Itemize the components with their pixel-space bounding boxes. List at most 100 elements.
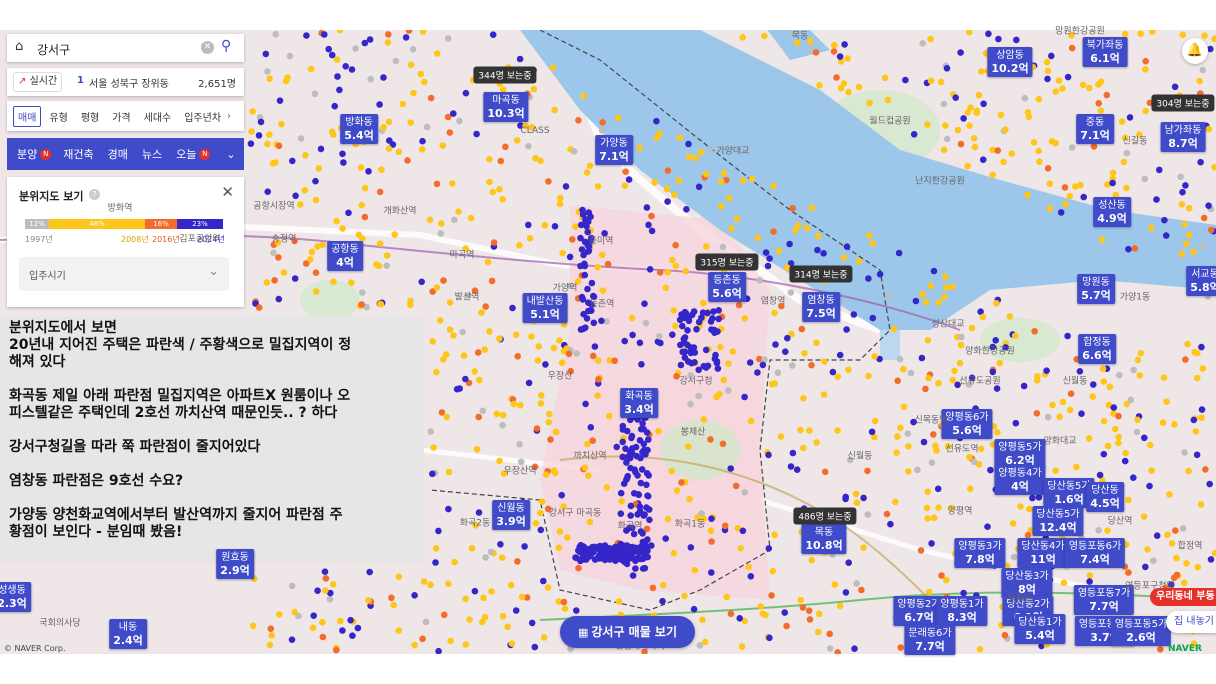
tab-households[interactable]: 세대수 [144, 109, 172, 124]
house-dot [1127, 396, 1135, 404]
search-bar[interactable]: ⌂ 강서구 ✕ ⚲ [7, 34, 244, 62]
price-badge[interactable]: 영등포동5가 2.6억 [1110, 616, 1172, 646]
house-dot [376, 240, 384, 247]
notification-bell-icon[interactable]: 🔔 [1182, 38, 1208, 64]
price-badge[interactable]: 방화동 5.4억 [340, 114, 378, 144]
search-input[interactable]: 강서구 [37, 41, 70, 58]
house-dot [405, 30, 413, 34]
house-dot [1086, 578, 1093, 585]
price-badge[interactable]: 중동 7.1억 [1076, 114, 1114, 144]
house-dot [693, 326, 700, 333]
price-badge[interactable]: 가양동 7.1억 [595, 135, 633, 165]
price-badge[interactable]: 등촌동 5.6억 [708, 272, 746, 302]
move-in-dropdown[interactable]: 입주시기 ⌄ [19, 257, 229, 291]
house-dot [994, 147, 1002, 154]
badge-dong-name: 당산동4가 [1021, 541, 1065, 552]
tab-type[interactable]: 유형 [49, 109, 67, 124]
realtime-place[interactable]: 서울 성북구 장위동 [89, 75, 169, 90]
chevron-down-icon[interactable]: ⌄ [226, 148, 235, 161]
price-badge[interactable]: 내동 2.4억 [109, 619, 147, 649]
close-icon[interactable]: ✕ [221, 183, 234, 201]
price-badge[interactable]: 당산동4가 11억 [1017, 538, 1069, 568]
house-dot [1141, 175, 1149, 183]
price-badge[interactable]: 남가좌동 8.7억 [1160, 122, 1206, 152]
search-icon[interactable]: ⚲ [221, 38, 231, 54]
nav-presale[interactable]: 분양 [17, 146, 37, 162]
house-dot [433, 284, 441, 291]
house-dot [786, 240, 793, 248]
house-dot [496, 186, 503, 193]
realtime-bar[interactable]: ↗ 실시간 1 서울 성북구 장위동 2,651명 [7, 68, 244, 96]
house-dot [805, 607, 813, 614]
house-dot [376, 101, 383, 108]
house-dot [313, 288, 320, 295]
house-dot [728, 225, 735, 232]
annotation-line: 20년내 지어진 주택은 파란색 / 주황색으로 밀집지역이 정 [9, 337, 352, 353]
nav-reconstruction[interactable]: 재건축 [63, 146, 93, 162]
price-badge[interactable]: 양평동6가 5.6억 [941, 409, 993, 439]
house-dot [1044, 413, 1052, 421]
nav-auction[interactable]: 경매 [108, 146, 128, 162]
price-badge[interactable]: 마곡동 10.3억 [483, 92, 529, 122]
price-badge[interactable]: 성산동 4.9억 [1093, 197, 1131, 227]
clear-search-icon[interactable]: ✕ [201, 41, 214, 54]
house-dot [833, 74, 840, 81]
list-property-chip[interactable]: 집 내놓기 [1166, 611, 1216, 633]
price-badge[interactable]: 당산동5가 12.4억 [1032, 506, 1084, 536]
price-badge[interactable]: 염창동 7.5억 [802, 292, 840, 322]
house-dot [512, 607, 520, 614]
price-badge[interactable]: 서교동 5.8억 [1186, 266, 1216, 296]
nav-today[interactable]: 오늘 [176, 146, 196, 162]
my-area-chip[interactable]: 우리동네 부동 [1150, 588, 1216, 606]
house-dot [866, 99, 873, 107]
map-place-label: 월드컵공원 [869, 116, 911, 127]
tab-move-in-years[interactable]: 입주년차 [184, 109, 221, 124]
tab-area[interactable]: 평형 [81, 109, 99, 124]
house-dot [516, 242, 523, 249]
house-dot [615, 598, 623, 605]
house-dot [551, 469, 559, 477]
price-badge[interactable]: 영등포동6가 7.4억 [1064, 538, 1126, 568]
house-dot [249, 108, 256, 115]
price-badge[interactable]: 내발산동 5.1억 [522, 293, 568, 323]
house-dot [1008, 150, 1015, 157]
realtime-chip[interactable]: ↗ 실시간 [13, 72, 63, 92]
house-dot [1205, 125, 1212, 133]
tab-sale[interactable]: 매매 [13, 105, 42, 127]
house-dot [883, 510, 891, 518]
price-badge[interactable]: 당산동1가 5.4억 [1014, 614, 1066, 644]
help-icon[interactable]: ? [89, 189, 100, 200]
house-dot [462, 375, 469, 383]
house-dot [725, 195, 733, 202]
house-dot [662, 284, 670, 292]
price-badge[interactable]: 망원동 5.7억 [1077, 274, 1115, 304]
price-badge[interactable]: 양평동4가 4억 [994, 465, 1046, 495]
price-badge[interactable]: 공항동 4억 [327, 241, 363, 271]
price-badge[interactable]: 북가좌동 6.1억 [1082, 37, 1128, 67]
house-dot [556, 528, 564, 535]
house-dot [928, 459, 936, 467]
nav-news[interactable]: 뉴스 [142, 146, 162, 162]
price-badge[interactable]: 양평동1가 8.3억 [936, 596, 988, 626]
badge-dong-name: 당산동5가 [1047, 481, 1091, 492]
price-badge[interactable]: 합정동 6.6억 [1078, 334, 1116, 364]
price-badge[interactable]: 목동 10.8억 [801, 524, 847, 554]
tab-price[interactable]: 가격 [112, 109, 130, 124]
view-listings-button[interactable]: ▦ 강서구 매물 보기 [560, 616, 695, 648]
house-dot [637, 479, 645, 487]
map-place-label: 망원동 [1007, 594, 1033, 605]
house-dot [411, 592, 418, 599]
price-badge[interactable]: 화곡동 3.4억 [620, 388, 658, 418]
price-badge[interactable]: 상암동 10.2억 [987, 47, 1033, 77]
price-badge[interactable]: 양평동3가 7.8억 [954, 538, 1006, 568]
price-badge[interactable]: 신월동 3.9억 [492, 500, 530, 530]
price-badge[interactable]: 원효동 2.9억 [216, 549, 254, 579]
price-badge[interactable]: 성생동 2.3억 [0, 582, 31, 612]
chevron-right-icon[interactable]: › [227, 111, 231, 122]
price-badge[interactable]: 문래동6가 7.7억 [904, 625, 956, 655]
house-dot [844, 55, 851, 62]
price-badge[interactable]: 당산동 4.5억 [1086, 482, 1124, 512]
house-dot [556, 337, 563, 344]
home-icon[interactable]: ⌂ [15, 40, 29, 54]
house-dot [782, 348, 789, 356]
